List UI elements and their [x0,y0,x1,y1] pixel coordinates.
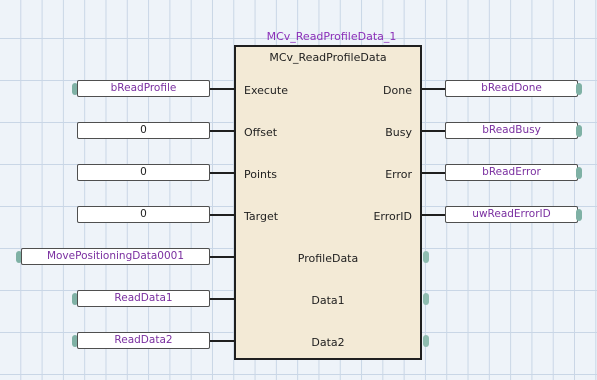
connector-icon [576,83,582,95]
pin-data1: Data1 [311,294,345,307]
input-var-target[interactable]: 0 [77,206,210,223]
connector-icon [576,125,582,137]
wire-data1 [210,298,235,300]
output-var-done[interactable]: bReadDone [445,80,578,97]
pin-profiledata: ProfileData [297,252,359,265]
connector-icon [576,209,582,221]
output-var-error[interactable]: bReadError [445,164,578,181]
pin-errorid: ErrorID [373,210,412,223]
wire-points [210,172,235,174]
input-var-points[interactable]: 0 [77,164,210,181]
wire-errorid [421,214,445,216]
function-block[interactable]: MCv_ReadProfileData Execute Offset Point… [234,45,422,360]
fb-instance-name[interactable]: MCv_ReadProfileData_1 [233,30,430,43]
wire-profiledata [210,256,235,258]
pin-offset: Offset [244,126,278,139]
wire-execute [210,88,235,90]
pin-error: Error [385,168,412,181]
output-var-errorid[interactable]: uwReadErrorID [445,206,578,223]
wire-data2 [210,340,235,342]
fb-type-name: MCv_ReadProfileData [269,51,387,64]
wire-busy [421,130,445,132]
pin-data2: Data2 [311,336,345,349]
wire-target [210,214,235,216]
connector-icon [576,167,582,179]
ladder-canvas[interactable]: MCv_ReadProfileData_1 MCv_ReadProfileDat… [0,0,597,380]
pin-target: Target [244,210,279,223]
inout-var-profiledata[interactable]: MovePositioningData0001 [21,248,210,265]
inout-var-data1[interactable]: ReadData1 [77,290,210,307]
pin-busy: Busy [385,126,412,139]
inout-var-data2[interactable]: ReadData2 [77,332,210,349]
pin-points: Points [244,168,278,181]
input-var-offset[interactable]: 0 [77,122,210,139]
pin-done: Done [383,84,412,97]
wire-offset [210,130,235,132]
output-stub-profiledata[interactable] [423,251,429,263]
pin-execute: Execute [244,84,288,97]
output-stub-data2[interactable] [423,335,429,347]
input-var-execute[interactable]: bReadProfile [77,80,210,97]
output-var-busy[interactable]: bReadBusy [445,122,578,139]
wire-error [421,172,445,174]
wire-done [421,88,445,90]
output-stub-data1[interactable] [423,293,429,305]
